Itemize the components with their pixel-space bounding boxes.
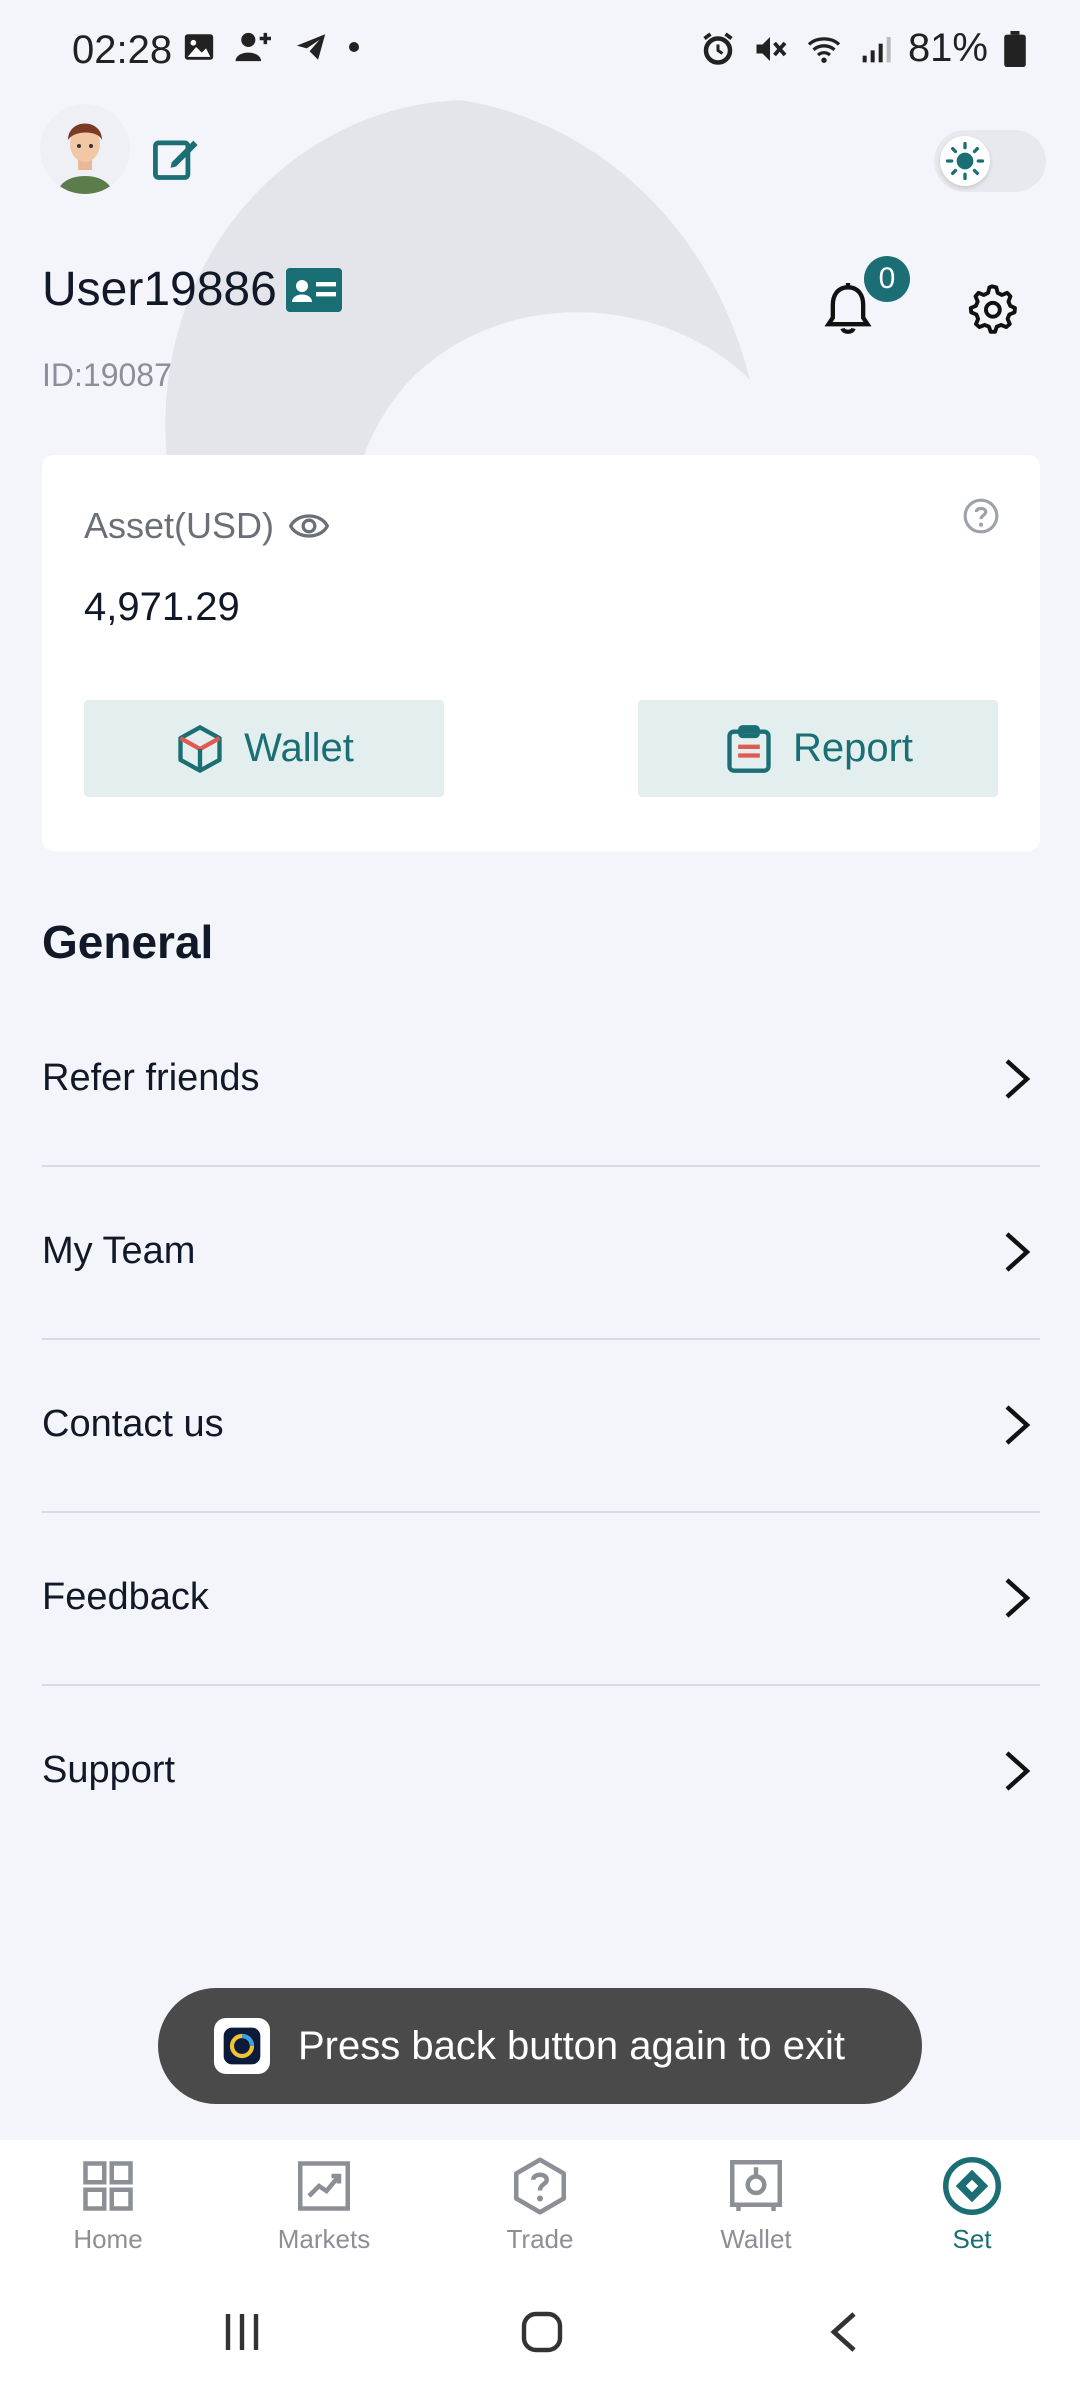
menu-item-label: Refer friends xyxy=(42,1057,260,1099)
diamond-circle-icon xyxy=(943,2156,1001,2215)
menu-item-label: My Team xyxy=(42,1230,196,1272)
section-title-general: General xyxy=(42,916,214,968)
wallet-button-label: Wallet xyxy=(244,726,354,770)
nav-wallet[interactable]: Wallet xyxy=(648,2140,864,2270)
asset-label: Asset(USD) xyxy=(84,505,275,546)
nav-trade[interactable]: Trade xyxy=(432,2140,648,2270)
status-time: 02:28 xyxy=(72,28,173,72)
status-right: 81% xyxy=(700,26,1026,71)
settings-gear-icon[interactable] xyxy=(966,282,1018,334)
clipboard-icon xyxy=(727,724,771,773)
nav-wallet-label: Wallet xyxy=(720,2223,792,2254)
add-contact-icon xyxy=(235,32,271,62)
nav-home-label: Home xyxy=(73,2223,143,2254)
safe-icon xyxy=(730,2159,782,2211)
toast: Press back button again to exit xyxy=(158,1988,922,2104)
chevron-right-icon xyxy=(1005,1404,1031,1445)
home-button-icon[interactable] xyxy=(520,2310,564,2354)
menu-item-contact-us[interactable]: Contact us xyxy=(42,1338,1040,1513)
theme-toggle[interactable] xyxy=(934,130,1046,192)
alarm-icon xyxy=(703,32,733,65)
menu-item-refer-friends[interactable]: Refer friends xyxy=(42,992,1040,1167)
status-left-icons xyxy=(182,30,360,64)
battery-percent: 81% xyxy=(907,26,988,70)
wallet-button[interactable]: Wallet xyxy=(84,700,444,797)
chart-icon xyxy=(298,2160,350,2211)
asset-value: 4,971.29 xyxy=(84,585,240,629)
chevron-right-icon xyxy=(1005,1231,1031,1272)
help-icon[interactable] xyxy=(962,497,1000,535)
report-button[interactable]: Report xyxy=(638,700,998,797)
username: User19886 xyxy=(42,263,277,316)
eye-icon[interactable] xyxy=(289,510,329,542)
id-card-icon[interactable] xyxy=(286,268,342,312)
bottom-nav: Home Markets Trade Wallet Set xyxy=(0,2140,1080,2270)
cube-icon xyxy=(178,724,222,773)
telegram-icon xyxy=(296,34,326,60)
gallery-icon xyxy=(184,34,214,60)
edit-icon[interactable] xyxy=(150,132,202,184)
dot-icon xyxy=(349,42,359,52)
nav-set-label: Set xyxy=(952,2223,992,2254)
sun-icon xyxy=(945,141,985,181)
nav-set[interactable]: Set xyxy=(864,2140,1080,2270)
mute-icon xyxy=(756,36,787,61)
toast-text: Press back button again to exit xyxy=(298,2023,845,2068)
question-hex-icon xyxy=(514,2157,566,2214)
menu-item-feedback[interactable]: Feedback xyxy=(42,1511,1040,1686)
menu-item-label: Support xyxy=(42,1749,176,1791)
avatar-image xyxy=(40,104,130,194)
recent-apps-icon[interactable] xyxy=(222,2310,262,2354)
battery-icon xyxy=(1004,30,1026,67)
avatar[interactable] xyxy=(40,104,130,194)
chevron-right-icon xyxy=(1005,1058,1031,1099)
report-button-label: Report xyxy=(792,726,914,770)
grid-icon xyxy=(83,2160,133,2211)
theme-toggle-knob xyxy=(940,136,990,186)
signal-icon xyxy=(862,36,891,62)
menu-item-label: Contact us xyxy=(42,1403,224,1445)
app-logo-icon xyxy=(223,2027,261,2065)
chevron-right-icon xyxy=(1005,1577,1031,1618)
nav-trade-label: Trade xyxy=(506,2223,574,2254)
nav-markets[interactable]: Markets xyxy=(216,2140,432,2270)
app-icon xyxy=(214,2018,270,2074)
wifi-icon xyxy=(807,36,841,63)
user-id: ID:19087 xyxy=(42,357,172,393)
nav-home[interactable]: Home xyxy=(0,2140,216,2270)
menu-item-support[interactable]: Support xyxy=(42,1684,1040,1857)
back-button-icon[interactable] xyxy=(828,2310,860,2354)
menu-item-label: Feedback xyxy=(42,1576,209,1618)
notification-badge: 0 xyxy=(864,256,910,302)
nav-markets-label: Markets xyxy=(277,2223,371,2254)
system-nav-bar xyxy=(0,2270,1080,2400)
chevron-right-icon xyxy=(1005,1750,1031,1791)
menu-item-my-team[interactable]: My Team xyxy=(42,1165,1040,1340)
